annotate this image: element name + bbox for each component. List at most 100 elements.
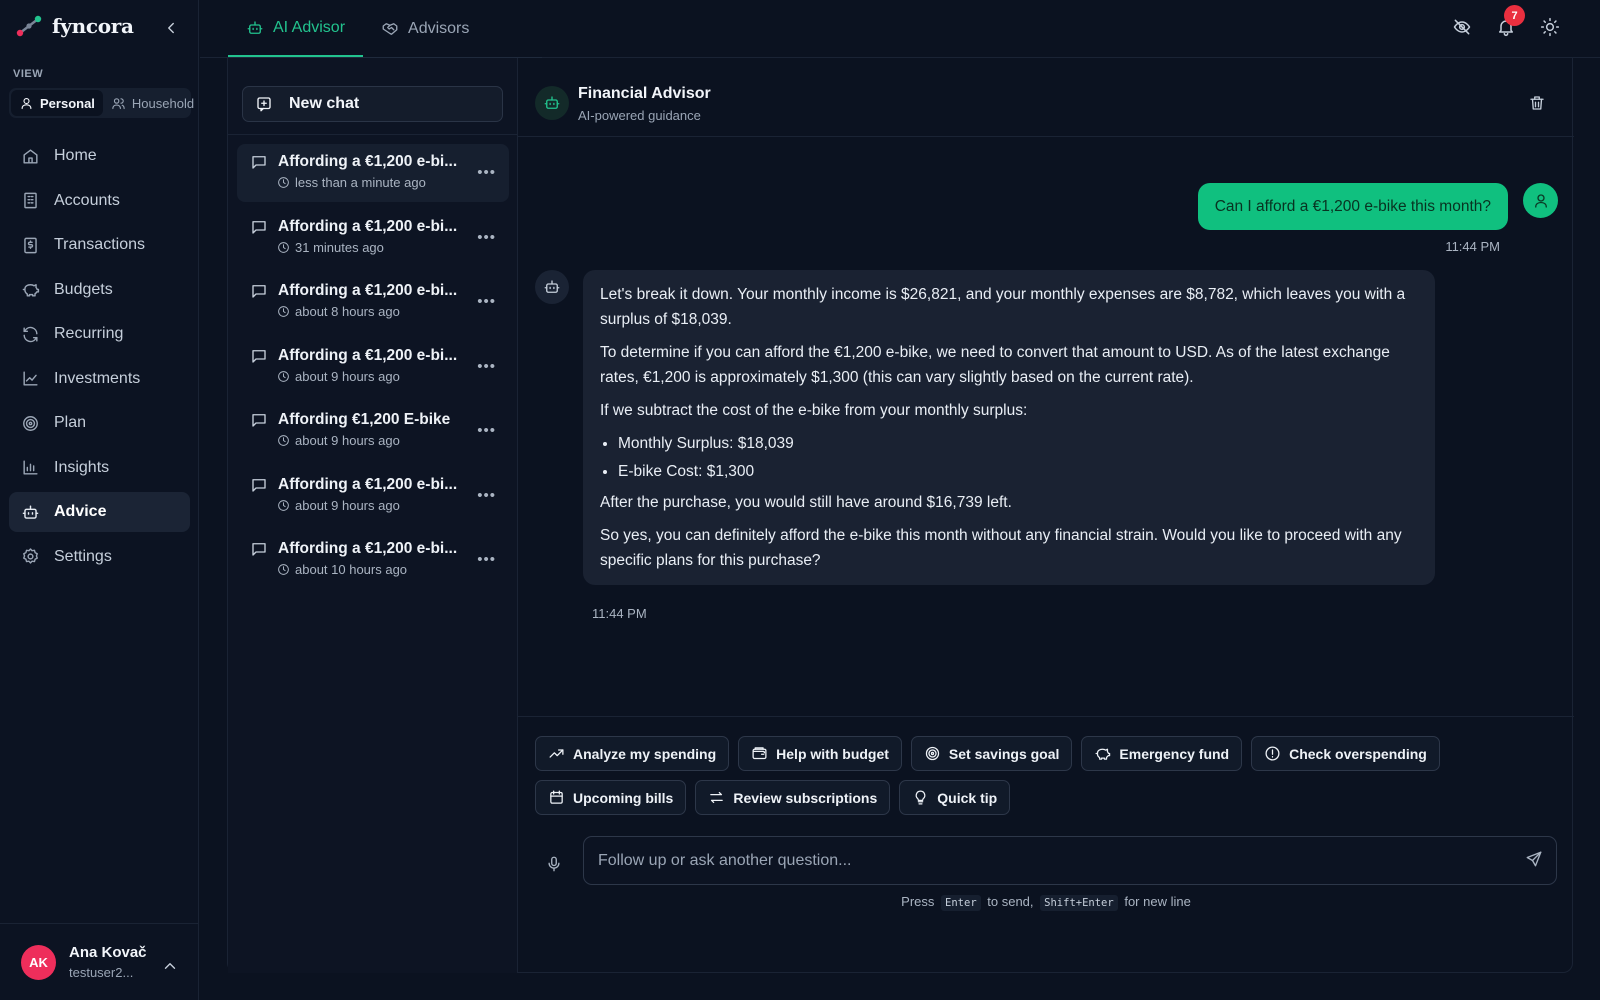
conversation-title: Affording a €1,200 e-bi...: [278, 282, 458, 299]
conversation-item[interactable]: Affording a €1,200 e-bi... about 9 hours…: [237, 338, 509, 396]
sidebar-item-transactions[interactable]: Transactions: [9, 225, 190, 265]
user-icon: [19, 96, 34, 111]
sidebar-item-label: Settings: [54, 547, 112, 565]
more-horizontal-icon[interactable]: •••: [477, 358, 496, 375]
chevron-up-icon[interactable]: [161, 957, 179, 975]
chip-analyze-spending[interactable]: Analyze my spending: [535, 736, 730, 771]
send-icon[interactable]: [1525, 850, 1543, 868]
advisor-avatar: [535, 86, 569, 120]
chip-upcoming-bills[interactable]: Upcoming bills: [535, 780, 687, 815]
more-horizontal-icon[interactable]: •••: [477, 422, 496, 439]
chip-savings-goal[interactable]: Set savings goal: [910, 736, 1073, 771]
conversation-item[interactable]: Affording a €1,200 e-bi... about 9 hours…: [237, 467, 509, 525]
chip-emergency-fund[interactable]: Emergency fund: [1081, 736, 1243, 771]
chevron-left-icon[interactable]: [162, 19, 180, 37]
building-icon: [21, 191, 40, 210]
conversation-item[interactable]: Affording a €1,200 e-bi... less than a m…: [237, 144, 509, 202]
chat-history: New chat Affording a €1,200 e-bi... less…: [228, 58, 518, 973]
chip-check-overspending[interactable]: Check overspending: [1251, 736, 1440, 771]
sun-icon[interactable]: [1540, 17, 1560, 37]
divider: [228, 134, 518, 135]
chip-quick-tip[interactable]: Quick tip: [899, 780, 1011, 815]
advisor-avatar: [535, 270, 569, 304]
sidebar-item-label: Budgets: [54, 280, 113, 298]
sidebar-item-budgets[interactable]: Budgets: [9, 270, 190, 310]
clock-icon: [277, 434, 290, 447]
sidebar-item-settings[interactable]: Settings: [9, 537, 190, 577]
conversation-item[interactable]: Affording a €1,200 e-bi... about 10 hour…: [237, 531, 509, 589]
user-handle: testuser2...: [69, 965, 134, 980]
hint-text: for new line: [1124, 894, 1191, 909]
conversation-title: Affording a €1,200 e-bi...: [278, 475, 458, 493]
arrows-swap-icon: [708, 789, 725, 806]
message-square-icon: [250, 282, 268, 300]
bot-icon: [543, 278, 561, 296]
receipt-icon: [21, 236, 40, 255]
calendar-icon: [548, 789, 565, 806]
sidebar-item-accounts[interactable]: Accounts: [9, 181, 190, 221]
piggy-bank-icon: [1094, 745, 1111, 762]
conversation-title: Affording €1,200 E-bike: [278, 411, 451, 428]
ai-bullet-list: Monthly Surplus: $18,039 E-bike Cost: $1…: [618, 431, 1418, 484]
conversation-item[interactable]: Affording a €1,200 e-bi... about 8 hours…: [237, 273, 509, 331]
clock-icon: [277, 563, 290, 576]
notifications-button[interactable]: 7: [1496, 5, 1525, 37]
sidebar-item-advice[interactable]: Advice: [9, 492, 190, 532]
bot-icon: [543, 94, 561, 112]
view-household-button[interactable]: Household: [103, 90, 202, 116]
message-square-icon: [250, 411, 268, 429]
eye-off-icon[interactable]: [1452, 17, 1472, 37]
microphone-icon[interactable]: [545, 855, 563, 873]
user-icon: [1532, 192, 1550, 210]
user-profile[interactable]: AK Ana Kovač testuser2...: [0, 923, 199, 1000]
clock-icon: [277, 305, 290, 318]
chip-review-subscriptions[interactable]: Review subscriptions: [695, 780, 891, 815]
view-label: VIEW: [13, 68, 44, 80]
more-horizontal-icon[interactable]: •••: [477, 293, 496, 310]
handshake-icon: [381, 20, 399, 38]
conversation-item[interactable]: Affording a €1,200 e-bi... 31 minutes ag…: [237, 209, 509, 267]
view-personal-button[interactable]: Personal: [11, 90, 103, 116]
conversation-time: less than a minute ago: [295, 175, 426, 190]
lightbulb-icon: [912, 789, 929, 806]
sidebar-item-home[interactable]: Home: [9, 136, 190, 176]
tab-advisors[interactable]: Advisors: [363, 0, 487, 57]
sidebar-item-label: Insights: [54, 458, 110, 476]
tab-ai-advisor[interactable]: AI Advisor: [228, 0, 364, 57]
sidebar-item-investments[interactable]: Investments: [9, 359, 190, 399]
ai-paragraph: So yes, you can definitely afford the e-…: [600, 527, 1402, 569]
avatar: AK: [21, 944, 56, 980]
trash-icon[interactable]: [1528, 94, 1546, 112]
message-time: 11:44 PM: [592, 606, 647, 621]
conversation-item[interactable]: Affording €1,200 E-bike about 9 hours ag…: [237, 402, 509, 460]
more-horizontal-icon[interactable]: •••: [477, 164, 496, 181]
sidebar-item-recurring[interactable]: Recurring: [9, 314, 190, 354]
kbd-enter: Enter: [941, 895, 981, 911]
new-chat-button[interactable]: New chat: [242, 86, 503, 122]
conversation-time: about 9 hours ago: [295, 368, 400, 384]
conversation-time: 31 minutes ago: [295, 239, 384, 255]
message-time: 11:44 PM: [1445, 239, 1500, 254]
wallet-icon: [751, 745, 768, 762]
more-horizontal-icon[interactable]: •••: [477, 487, 496, 504]
fyncora-logo-icon: [16, 15, 42, 37]
gear-icon: [21, 547, 40, 566]
more-horizontal-icon[interactable]: •••: [477, 229, 496, 246]
sidebar-item-label: Accounts: [54, 191, 120, 209]
tab-label: Advisors: [408, 19, 470, 37]
more-horizontal-icon[interactable]: •••: [477, 551, 496, 568]
chip-help-budget[interactable]: Help with budget: [738, 736, 902, 771]
conversation-title: Affording a €1,200 e-bi...: [278, 540, 458, 557]
kbd-shift-enter: Shift+Enter: [1040, 895, 1118, 911]
sidebar-item-plan[interactable]: Plan: [9, 403, 190, 443]
brand[interactable]: fyncora: [16, 14, 134, 38]
chat-input[interactable]: [583, 836, 1557, 885]
bot-icon: [21, 503, 40, 522]
hint-text: Press: [901, 894, 935, 909]
piggy-bank-icon: [21, 280, 40, 299]
user-info: Ana Kovač testuser2...: [69, 944, 147, 980]
sidebar-item-insights[interactable]: Insights: [9, 448, 190, 488]
ai-paragraph: If we subtract the cost of the e-bike fr…: [600, 402, 1028, 419]
tab-label: AI Advisor: [273, 18, 346, 36]
conversation-time: about 10 hours ago: [295, 562, 408, 577]
